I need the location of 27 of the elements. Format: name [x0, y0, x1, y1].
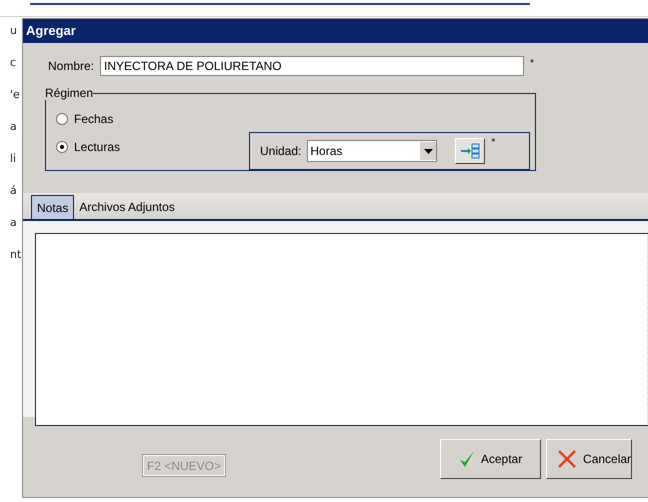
window-title: Agregar	[23, 19, 648, 43]
cut-off-text: 'e	[10, 87, 21, 103]
accept-button[interactable]: Aceptar	[440, 439, 542, 479]
cut-off-text: nt	[10, 247, 22, 263]
radio-button[interactable]	[56, 113, 68, 125]
field-label: Unidad:	[260, 144, 302, 158]
required-mark: *	[491, 137, 496, 148]
cut-off-text: li	[10, 151, 18, 167]
check-icon	[458, 450, 475, 468]
close-icon	[557, 449, 578, 469]
input-field[interactable]: INYECTORA DE POLIURETANO	[100, 56, 524, 76]
radio-button[interactable]	[56, 141, 68, 153]
tab[interactable]: Archivos Adjuntos	[74, 195, 180, 219]
required-mark: *	[530, 58, 534, 69]
cut-off-text: á	[10, 183, 18, 199]
cut-off-text: c	[10, 55, 18, 71]
tree-icon-button[interactable]	[455, 138, 486, 164]
group-title: Régimen	[45, 86, 94, 100]
radio-label[interactable]: Fechas	[74, 112, 114, 126]
tree-icon	[460, 143, 480, 159]
dropdown[interactable]: Horas	[307, 140, 438, 162]
tab[interactable]: Notas	[31, 195, 74, 219]
cancel-button[interactable]: Cancelar	[546, 439, 632, 479]
radio-label[interactable]: Lecturas	[74, 140, 120, 154]
cut-off-text: a	[10, 215, 18, 231]
cut-off-text: a	[10, 119, 18, 135]
field-label: Nombre:	[48, 59, 94, 73]
